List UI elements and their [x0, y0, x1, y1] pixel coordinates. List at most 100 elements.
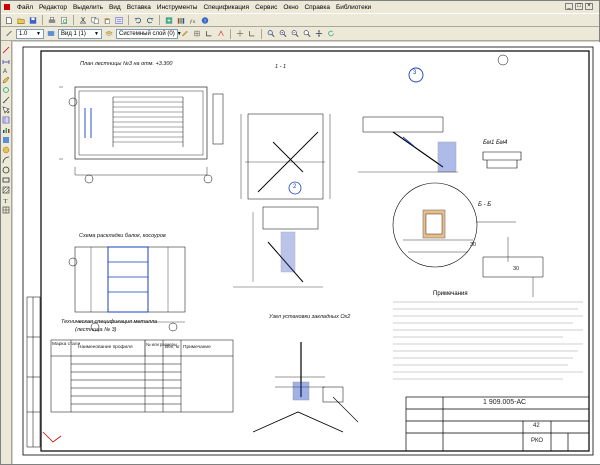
- svg-text:?: ?: [204, 18, 207, 24]
- reports-icon[interactable]: [2, 125, 11, 134]
- coordinates-icon[interactable]: [235, 29, 245, 39]
- title-block-stage: РКО: [531, 438, 544, 444]
- toolbar-separator: [73, 15, 74, 25]
- open-folder-icon[interactable]: [16, 15, 26, 25]
- hatch-icon[interactable]: [2, 185, 11, 194]
- select-icon[interactable]: [2, 105, 11, 114]
- menu-window[interactable]: Окно: [280, 4, 301, 11]
- zoom-out-icon[interactable]: [290, 29, 300, 39]
- toolbar-separator: [42, 15, 43, 25]
- zoom-all-icon[interactable]: [302, 29, 312, 39]
- menu-tools[interactable]: Инструменты: [154, 4, 201, 11]
- help-icon[interactable]: ?: [200, 15, 210, 25]
- view-value: Вид 1 (1): [61, 30, 86, 37]
- chevron-down-icon: ▼: [36, 30, 41, 37]
- spec-icon[interactable]: [2, 115, 11, 124]
- menu-bar: Файл Редактор Выделить Вид Вставка Инстр…: [1, 1, 599, 13]
- edit-icon[interactable]: [2, 75, 11, 84]
- spec-header-profile: Наименование профиля: [78, 345, 133, 350]
- manager-icon[interactable]: [164, 15, 174, 25]
- insert-icon[interactable]: [2, 135, 11, 144]
- svg-text:T: T: [4, 198, 8, 204]
- callout-2: 2: [293, 184, 297, 190]
- layer-value: Системный слой (0): [119, 30, 175, 37]
- save-icon[interactable]: [28, 15, 38, 25]
- spec-title-line1: Техническая спецификация металла: [61, 319, 158, 325]
- title-block-sheet: 42: [533, 423, 540, 429]
- menu-view[interactable]: Вид: [106, 4, 124, 11]
- refresh-icon[interactable]: [326, 29, 336, 39]
- toolbar-separator: [128, 15, 129, 25]
- layer-icon[interactable]: [104, 29, 114, 39]
- close-button[interactable]: ×: [585, 3, 593, 10]
- menu-edit[interactable]: Редактор: [36, 4, 70, 11]
- compact-toolbar: A T: [1, 41, 12, 464]
- view-icon[interactable]: [46, 29, 56, 39]
- plan-title: План лестницы №3 на отм. +3.300: [80, 61, 173, 67]
- scale-combo[interactable]: 1.0 ▼: [16, 28, 44, 39]
- variables-icon[interactable]: ƒx: [188, 15, 198, 25]
- designations-icon[interactable]: A: [2, 65, 11, 74]
- redo-icon[interactable]: [145, 15, 155, 25]
- scale-value: 1.0: [19, 30, 28, 37]
- view-combo[interactable]: Вид 1 (1) ▼: [58, 28, 102, 39]
- application-window: Файл Редактор Выделить Вид Вставка Инстр…: [0, 0, 600, 465]
- dimension-30a: 30: [470, 242, 477, 248]
- menu-select[interactable]: Выделить: [70, 4, 106, 11]
- view-label-bb: Б - Б: [478, 202, 492, 208]
- text-icon[interactable]: T: [2, 195, 11, 204]
- arc-icon[interactable]: [2, 155, 11, 164]
- callout-3: 3: [413, 70, 417, 76]
- dimensions-icon[interactable]: [2, 55, 11, 64]
- macro-icon[interactable]: [2, 145, 11, 154]
- circle-icon[interactable]: [2, 165, 11, 174]
- current-state-toolbar: 1.0 ▼ Вид 1 (1) ▼ Системный слой (0) ▼: [1, 27, 599, 41]
- menu-specification[interactable]: Спецификация: [200, 4, 252, 11]
- menu-file[interactable]: Файл: [14, 4, 36, 11]
- minimize-button[interactable]: _: [565, 3, 573, 10]
- cut-icon[interactable]: [78, 15, 88, 25]
- print-icon[interactable]: [47, 15, 57, 25]
- paste-icon[interactable]: [102, 15, 112, 25]
- zoom-window-icon[interactable]: [266, 29, 276, 39]
- pan-icon[interactable]: [314, 29, 324, 39]
- orthogonal-icon[interactable]: [204, 29, 214, 39]
- node-title: Узел установки закладных Ох2: [269, 314, 351, 320]
- maximize-button[interactable]: □: [575, 3, 583, 10]
- toolbar-separator: [159, 15, 160, 25]
- scheme-title: Схема раскладки балок, косоуров: [79, 233, 166, 239]
- spec-header-steel: Марка стали: [52, 342, 81, 347]
- spec-title-line2: (лестница № 3): [75, 327, 117, 333]
- geometry-icon[interactable]: [2, 45, 11, 54]
- drawing-canvas[interactable]: План лестницы №3 на отм. +3.300 1 - 1 Сх…: [13, 42, 600, 464]
- menu-help[interactable]: Справка: [301, 4, 333, 11]
- grid-icon[interactable]: [192, 29, 202, 39]
- parametrization-icon[interactable]: [2, 85, 11, 94]
- window-controls: _ □ ×: [565, 3, 593, 10]
- local-cs-icon[interactable]: [247, 29, 257, 39]
- zoom-in-icon[interactable]: [278, 29, 288, 39]
- undo-icon[interactable]: [133, 15, 143, 25]
- snap-icon[interactable]: [216, 29, 226, 39]
- state-icon[interactable]: [4, 29, 14, 39]
- layer-combo[interactable]: Системный слой (0) ▼: [116, 28, 182, 39]
- table-icon[interactable]: [2, 205, 11, 214]
- view-label-bm: Бм1 Бм4: [483, 140, 508, 146]
- copy-icon[interactable]: [90, 15, 100, 25]
- dimension-30b: 30: [513, 266, 520, 272]
- preview-icon[interactable]: [59, 15, 69, 25]
- menu-libraries[interactable]: Библиотеки: [333, 4, 374, 11]
- rectangle-icon[interactable]: [2, 175, 11, 184]
- layer-props-icon[interactable]: [180, 29, 190, 39]
- spec-header-weight: Вес, кг: [165, 345, 180, 350]
- menu-insert[interactable]: Вставка: [124, 4, 154, 11]
- app-icon[interactable]: [4, 4, 10, 10]
- title-block-number: 1 909.005-АС: [483, 399, 527, 406]
- svg-text:A: A: [3, 69, 7, 74]
- library-icon[interactable]: [176, 15, 186, 25]
- menu-service[interactable]: Сервис: [252, 4, 280, 11]
- properties-icon[interactable]: [114, 15, 124, 25]
- new-document-icon[interactable]: [4, 15, 14, 25]
- measure-icon[interactable]: [2, 95, 11, 104]
- standard-toolbar: ƒx ?: [1, 13, 599, 27]
